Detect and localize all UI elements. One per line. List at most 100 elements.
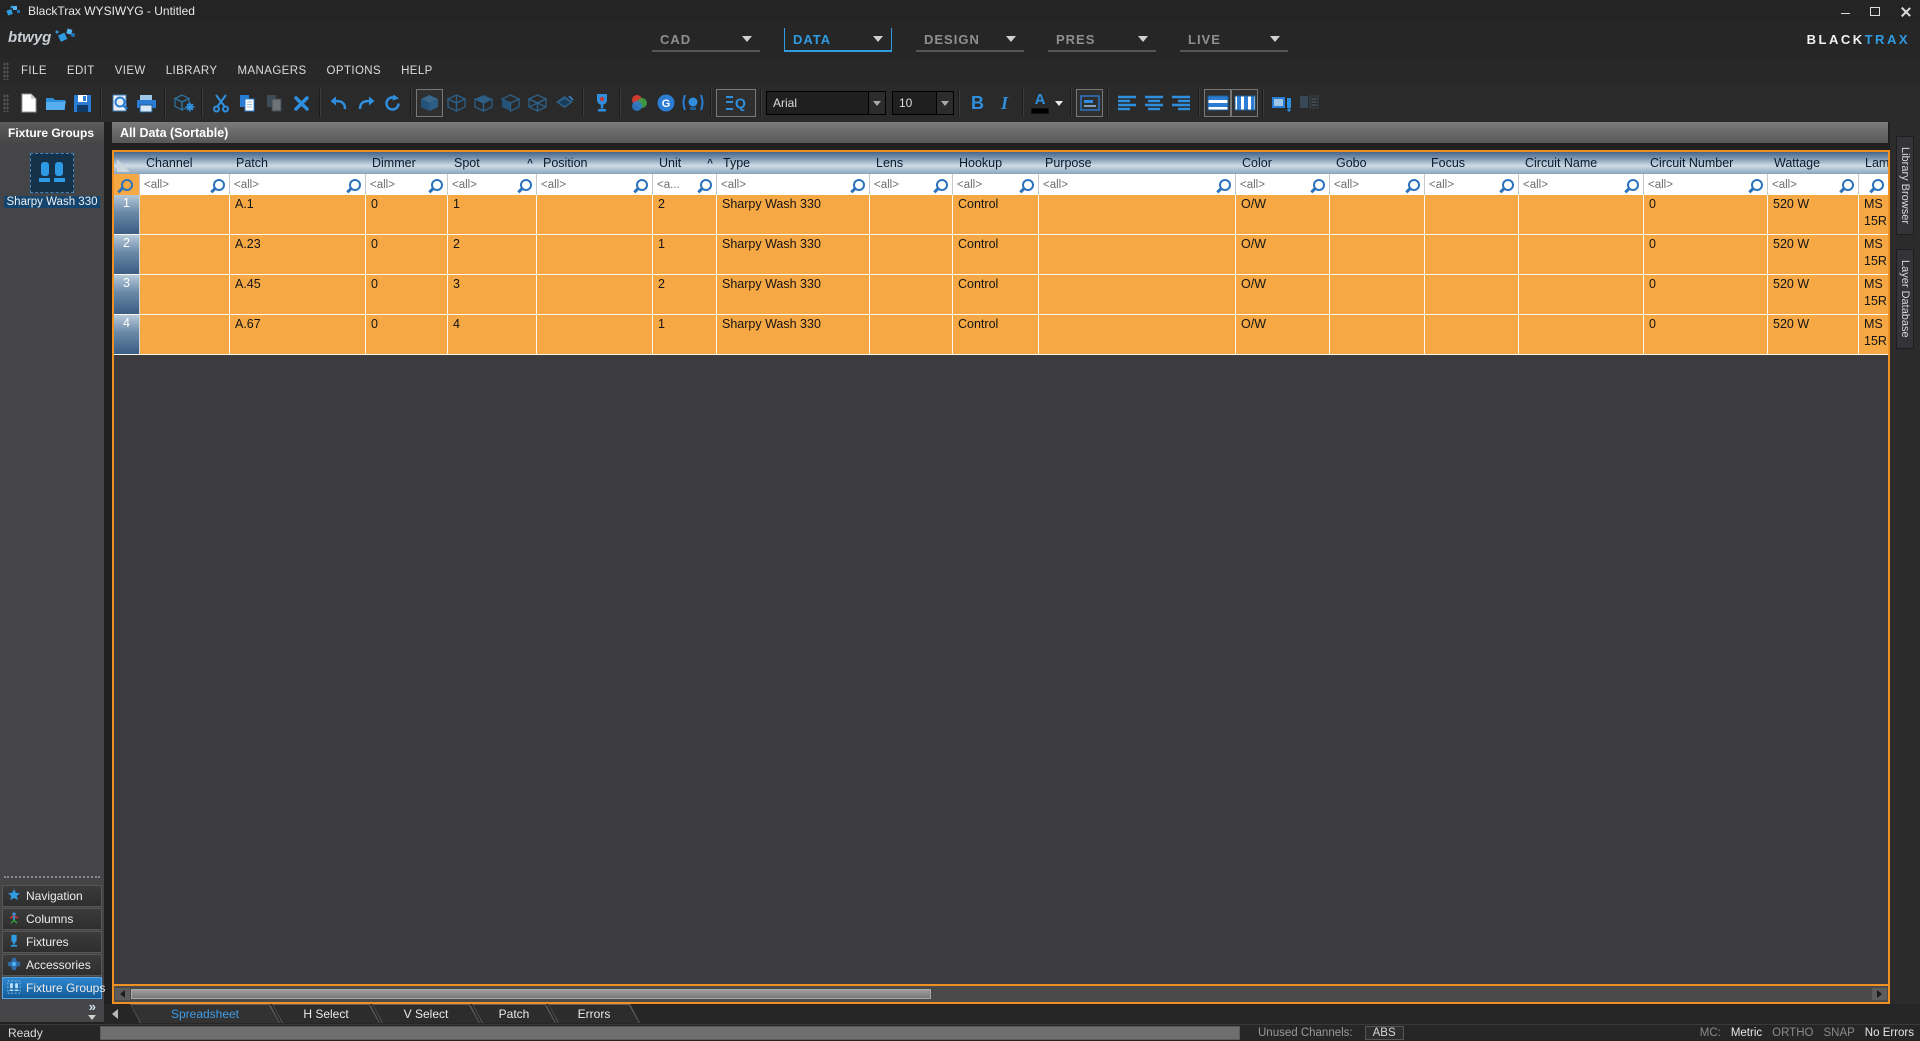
- search-icon[interactable]: [213, 178, 225, 191]
- column-header-spot[interactable]: Spot ^: [448, 152, 537, 174]
- cell-type[interactable]: Sharpy Wash 330: [717, 315, 870, 354]
- search-icon[interactable]: [120, 178, 133, 191]
- cell-lens[interactable]: [870, 315, 953, 354]
- cell-unit[interactable]: 1: [653, 235, 717, 274]
- filter-input-gobo[interactable]: <all>: [1330, 174, 1425, 195]
- cell-circuit-number[interactable]: 0: [1644, 195, 1768, 234]
- search-icon[interactable]: [936, 178, 948, 191]
- font-family-select[interactable]: Arial: [766, 91, 886, 115]
- dock-tab-library-browser[interactable]: Library Browser: [1896, 136, 1914, 236]
- search-icon[interactable]: [1313, 178, 1325, 191]
- cell-lamp[interactable]: MS 15R: [1859, 195, 1888, 234]
- moving-light-button[interactable]: [679, 89, 706, 117]
- cell-unit[interactable]: 1: [653, 315, 717, 354]
- error-status[interactable]: No Errors: [1865, 1027, 1914, 1039]
- paste-button[interactable]: [261, 89, 288, 117]
- search-icon[interactable]: [431, 178, 443, 191]
- row-number[interactable]: 3: [114, 275, 140, 314]
- menu-file[interactable]: FILE: [21, 65, 47, 77]
- cell-position[interactable]: [537, 315, 653, 354]
- refresh-button[interactable]: [379, 89, 406, 117]
- row-shading-button[interactable]: [1204, 89, 1231, 117]
- row-number[interactable]: 2: [114, 235, 140, 274]
- unused-channels-value[interactable]: ABS: [1364, 1026, 1404, 1040]
- cell-lens[interactable]: [870, 275, 953, 314]
- cell-wattage[interactable]: 520 W: [1768, 275, 1859, 314]
- column-header-patch[interactable]: Patch: [230, 152, 366, 174]
- cell-type[interactable]: Sharpy Wash 330: [717, 195, 870, 234]
- cell-purpose[interactable]: [1039, 275, 1236, 314]
- cell-position[interactable]: [537, 275, 653, 314]
- search-icon[interactable]: [700, 178, 712, 191]
- column-header-hookup[interactable]: Hookup: [953, 152, 1039, 174]
- mode-tab-live[interactable]: LIVE: [1180, 28, 1288, 52]
- mode-tab-cad[interactable]: CAD: [652, 28, 760, 52]
- cell-dimmer[interactable]: 0: [366, 235, 448, 274]
- more-panels-chevron-icon[interactable]: »: [89, 1000, 96, 1013]
- cell-circuit-number[interactable]: 0: [1644, 235, 1768, 274]
- column-header-color[interactable]: Color: [1236, 152, 1330, 174]
- cell-position[interactable]: [537, 195, 653, 234]
- font-size-dropdown-icon[interactable]: [936, 92, 953, 114]
- cell-spot[interactable]: 2: [448, 235, 537, 274]
- dropdown-caret-icon[interactable]: [1270, 36, 1280, 42]
- dropdown-caret-icon[interactable]: [1006, 36, 1016, 42]
- cell-wattage[interactable]: 520 W: [1768, 315, 1859, 354]
- filter-input-spot[interactable]: <all>: [448, 174, 537, 195]
- cell-wattage[interactable]: 520 W: [1768, 235, 1859, 274]
- search-icon[interactable]: [1408, 178, 1420, 191]
- row-number[interactable]: 4: [114, 315, 140, 354]
- filter-input-circuit-number[interactable]: <all>: [1644, 174, 1768, 195]
- cell-position[interactable]: [537, 235, 653, 274]
- column-header-dimmer[interactable]: Dimmer: [366, 152, 448, 174]
- tab-scroll-left-icon[interactable]: [112, 1009, 118, 1019]
- cell-gobo[interactable]: [1330, 195, 1425, 234]
- filter-input-channel[interactable]: <all>: [140, 174, 230, 195]
- redo-button[interactable]: [352, 89, 379, 117]
- cell-spot[interactable]: 4: [448, 315, 537, 354]
- cell-patch[interactable]: A.67: [230, 315, 366, 354]
- search-icon[interactable]: [853, 178, 865, 191]
- ortho-toggle[interactable]: ORTHO: [1772, 1027, 1813, 1039]
- column-header-position[interactable]: Position: [537, 152, 653, 174]
- row-number[interactable]: 1: [114, 195, 140, 234]
- filter-input-lens[interactable]: <all>: [870, 174, 953, 195]
- search-icon[interactable]: [520, 178, 532, 191]
- view-options-button[interactable]: [170, 89, 197, 117]
- search-icon[interactable]: [349, 178, 361, 191]
- cell-channel[interactable]: [140, 195, 230, 234]
- filter-input-hookup[interactable]: <all>: [953, 174, 1039, 195]
- column-header-channel[interactable]: Channel: [140, 152, 230, 174]
- menu-view[interactable]: VIEW: [115, 65, 146, 77]
- cell-patch[interactable]: A.23: [230, 235, 366, 274]
- cell-gobo[interactable]: [1330, 235, 1425, 274]
- maximize-button[interactable]: [1860, 0, 1890, 22]
- fixture-beam-button[interactable]: [588, 89, 615, 117]
- filter-input-type[interactable]: <all>: [717, 174, 870, 195]
- snap-toggle[interactable]: SNAP: [1823, 1027, 1854, 1039]
- cell-color[interactable]: O/W: [1236, 195, 1330, 234]
- menu-edit[interactable]: EDIT: [67, 65, 95, 77]
- panel-button-accessories[interactable]: Accessories: [2, 954, 102, 976]
- column-header-unit[interactable]: Unit ^: [653, 152, 717, 174]
- cell-hookup[interactable]: Control: [953, 275, 1039, 314]
- cell-focus[interactable]: [1425, 195, 1519, 234]
- cell-purpose[interactable]: [1039, 315, 1236, 354]
- filter-input-purpose[interactable]: <all>: [1039, 174, 1236, 195]
- view-wireframe-button[interactable]: [443, 89, 470, 117]
- search-icon[interactable]: [1219, 178, 1231, 191]
- print-preview-button[interactable]: [106, 89, 133, 117]
- font-color-button[interactable]: A: [1028, 89, 1052, 117]
- search-icon[interactable]: [1872, 178, 1884, 191]
- cell-gobo[interactable]: [1330, 315, 1425, 354]
- gobo-button[interactable]: G: [652, 89, 679, 117]
- minimize-button[interactable]: [1830, 0, 1860, 22]
- column-header-wattage[interactable]: Wattage: [1768, 152, 1859, 174]
- copy-button[interactable]: [234, 89, 261, 117]
- search-icon[interactable]: [1022, 178, 1034, 191]
- mode-tab-data[interactable]: DATA: [784, 28, 892, 52]
- panel-button-columns[interactable]: Columns: [2, 908, 102, 930]
- filter-input-wattage[interactable]: <all>: [1768, 174, 1859, 195]
- view-flat-button[interactable]: [551, 89, 578, 117]
- panel-stack-grip[interactable]: [4, 876, 100, 882]
